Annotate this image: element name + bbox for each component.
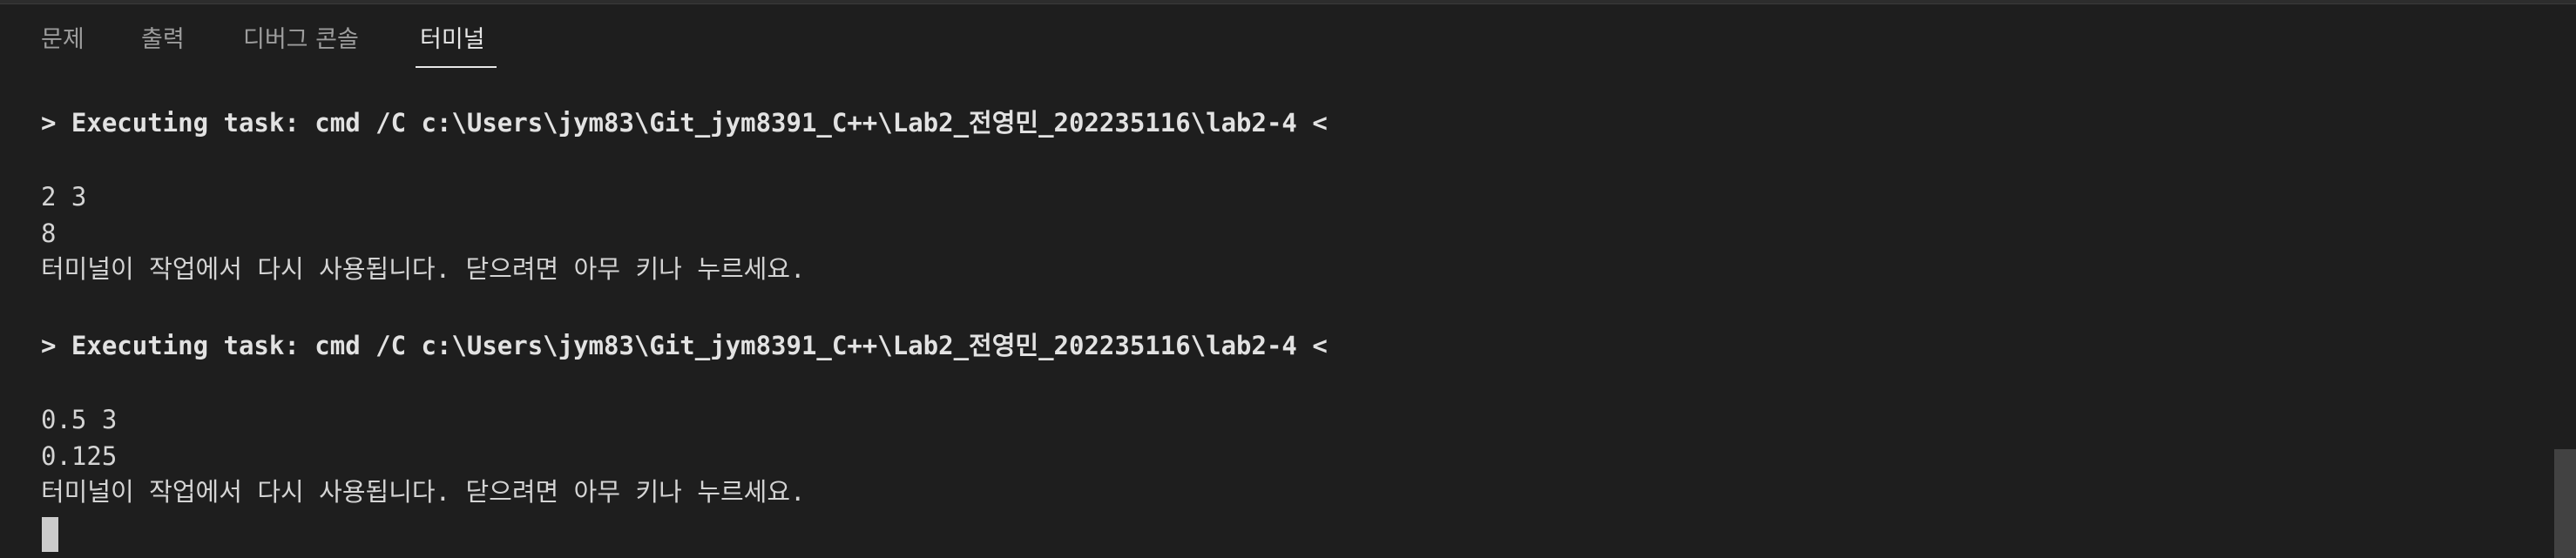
terminal-line-input: 2 3 <box>41 182 87 212</box>
tab-problems[interactable]: 문제 <box>41 25 85 55</box>
terminal-line-task-command: > Executing task: cmd /C c:\Users\jym83\… <box>41 108 1328 138</box>
terminal-line-task-command: > Executing task: cmd /C c:\Users\jym83\… <box>41 331 1328 360</box>
terminal-cursor <box>42 517 58 552</box>
terminal-line-reuse-notice: 터미널이 작업에서 다시 사용됩니다. 닫으려면 아무 키나 누르세요. <box>41 254 806 284</box>
tab-terminal[interactable]: 터미널 <box>420 25 485 55</box>
terminal-line-input: 0.5 3 <box>41 405 118 434</box>
terminal-line-reuse-notice: 터미널이 작업에서 다시 사용됩니다. 닫으려면 아무 키나 누르세요. <box>41 477 806 507</box>
tab-debug-console[interactable]: 디버그 콘솔 <box>243 25 359 55</box>
terminal-line-result: 8 <box>41 218 57 248</box>
active-tab-indicator <box>416 66 497 68</box>
panel-tab-bar: 문제 출력 디버그 콘솔 터미널 <box>0 4 2576 68</box>
tab-output[interactable]: 출력 <box>141 25 185 55</box>
terminal-line-result: 0.125 <box>41 441 118 471</box>
terminal-scrollbar-thumb[interactable] <box>2554 449 2576 558</box>
terminal-output[interactable]: > Executing task: cmd /C c:\Users\jym83\… <box>0 83 2552 558</box>
